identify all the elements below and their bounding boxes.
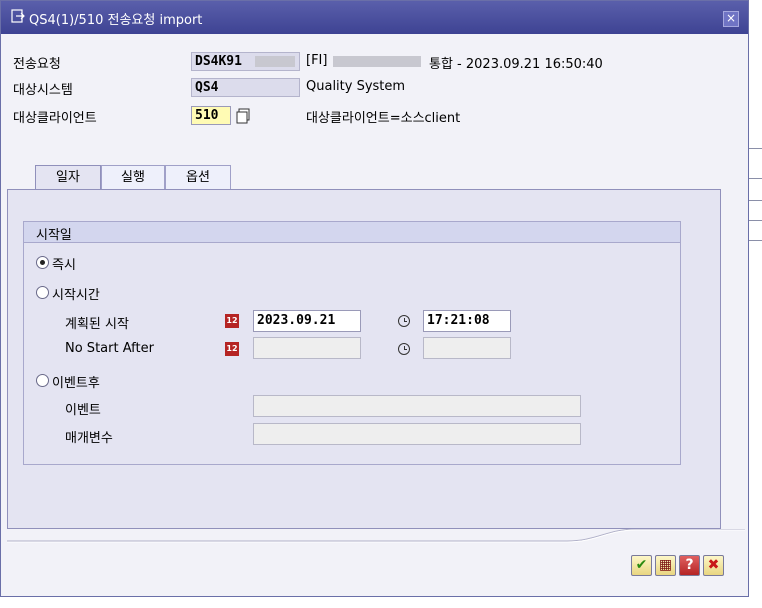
target-system-label: 대상시스템 xyxy=(13,83,73,98)
tab-execution[interactable]: 실행 xyxy=(101,165,165,190)
tab-date-label: 일자 xyxy=(56,170,80,185)
radio-after-event[interactable] xyxy=(36,374,49,387)
no-start-after-label: No Start After xyxy=(65,341,154,356)
parameter-input[interactable] xyxy=(253,423,581,445)
event-input[interactable] xyxy=(253,395,581,417)
target-client-label: 대상클라이언트 xyxy=(13,111,97,126)
no-start-after-time-input[interactable] xyxy=(423,337,511,359)
no-start-after-date-input[interactable] xyxy=(253,337,361,359)
group-title: 시작일 xyxy=(36,228,72,243)
request-suffix: 통합 - 2023.09.21 16:50:40 xyxy=(429,57,603,72)
import-icon xyxy=(11,9,25,23)
calendar-icon[interactable]: 12 xyxy=(225,314,239,328)
planned-start-time-input[interactable]: 17:21:08 xyxy=(423,310,511,332)
radio-start-time-label: 시작시간 xyxy=(52,288,100,303)
radio-immediate[interactable] xyxy=(36,256,49,269)
schedule-button[interactable]: ▦ xyxy=(655,555,676,576)
request-value: DS4K91 xyxy=(195,54,242,69)
cancel-button[interactable]: ✖ xyxy=(703,555,724,576)
import-dialog: QS4(1)/510 전송요청 import × 전송요청 DS4K91 [FI… xyxy=(0,0,749,597)
target-system-field: QS4 xyxy=(191,78,300,97)
target-client-description: 대상클라이언트=소스client xyxy=(306,111,461,126)
tab-execution-label: 실행 xyxy=(121,170,145,185)
redacted-text xyxy=(333,56,421,67)
help-button[interactable]: ? xyxy=(679,555,700,576)
planned-start-label: 계획된 시작 xyxy=(65,317,129,332)
tab-options-label: 옵션 xyxy=(186,170,210,185)
confirm-button[interactable]: ✔ xyxy=(631,555,652,576)
tab-date[interactable]: 일자 xyxy=(35,165,101,190)
calendar-icon[interactable]: 12 xyxy=(225,342,239,356)
radio-after-event-label: 이벤트후 xyxy=(52,376,100,391)
target-client-field[interactable]: 510 xyxy=(191,106,231,125)
request-label: 전송요청 xyxy=(13,57,61,72)
radio-start-time[interactable] xyxy=(36,286,49,299)
clock-icon[interactable] xyxy=(398,315,410,327)
title-bar: QS4(1)/510 전송요청 import × xyxy=(1,1,748,34)
tab-options[interactable]: 옵션 xyxy=(165,165,231,190)
event-label: 이벤트 xyxy=(65,403,101,418)
copy-icon[interactable] xyxy=(236,108,252,124)
clock-icon[interactable] xyxy=(398,343,410,355)
group-title-bar: 시작일 xyxy=(24,222,680,243)
request-description: [FI] xyxy=(306,53,328,68)
planned-start-date-input[interactable]: 2023.09.21 xyxy=(253,310,361,332)
target-system-description: Quality System xyxy=(306,79,406,94)
parameter-label: 매개변수 xyxy=(65,431,113,446)
request-field: DS4K91 xyxy=(191,52,300,71)
close-button[interactable]: × xyxy=(723,11,739,27)
radio-immediate-label: 즉시 xyxy=(52,258,76,273)
window-title: QS4(1)/510 전송요청 import xyxy=(29,13,203,28)
redacted-block xyxy=(255,56,295,67)
